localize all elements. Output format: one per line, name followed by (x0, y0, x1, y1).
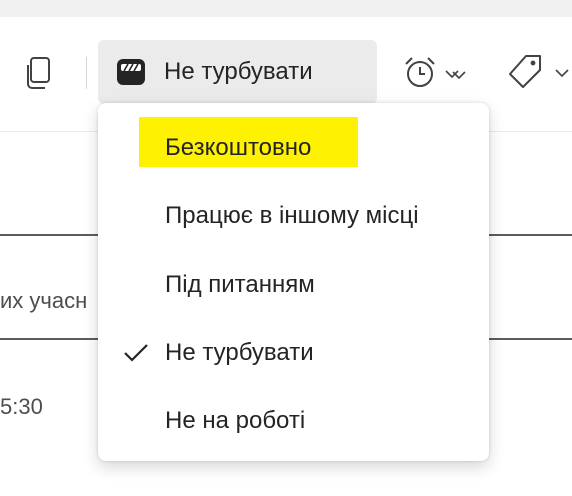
menu-item-tentative[interactable]: Під питанням (98, 251, 489, 319)
copy-icon (27, 57, 50, 89)
checkmark-icon (124, 344, 148, 362)
tag-button[interactable] (502, 53, 572, 93)
chevron-down-icon (555, 69, 569, 78)
menu-item-do-not-disturb[interactable]: Не турбувати (98, 319, 489, 387)
menu-item-label: Не на роботі (165, 407, 306, 434)
tag-icon (509, 55, 541, 88)
status-dropdown-button[interactable]: Не турбувати (98, 40, 459, 104)
menu-item-label: Під питанням (165, 271, 315, 298)
alarm-clock-icon (405, 57, 435, 87)
status-menu: Безкоштовно Працює в іншому місці Під пи… (98, 103, 489, 461)
menu-item-free[interactable]: Безкоштовно (98, 117, 489, 185)
menu-item-label: Не турбувати (165, 339, 314, 366)
do-not-disturb-icon (117, 59, 145, 85)
attendees-text: их учасн (0, 288, 88, 313)
status-label: Не турбувати (164, 58, 313, 85)
toolbar-separator (86, 57, 87, 89)
top-strip (0, 0, 572, 17)
chevron-down-icon (452, 71, 466, 80)
copy-button[interactable] (22, 55, 58, 91)
menu-item-out-of-office[interactable]: Не на роботі (98, 387, 489, 455)
menu-item-label: Працює в іншому місці (165, 202, 419, 229)
menu-item-working-elsewhere[interactable]: Працює в іншому місці (98, 182, 489, 250)
time-text: 5:30 (0, 394, 43, 419)
menu-item-label: Безкоштовно (165, 134, 312, 161)
reminder-button[interactable] (398, 55, 470, 93)
